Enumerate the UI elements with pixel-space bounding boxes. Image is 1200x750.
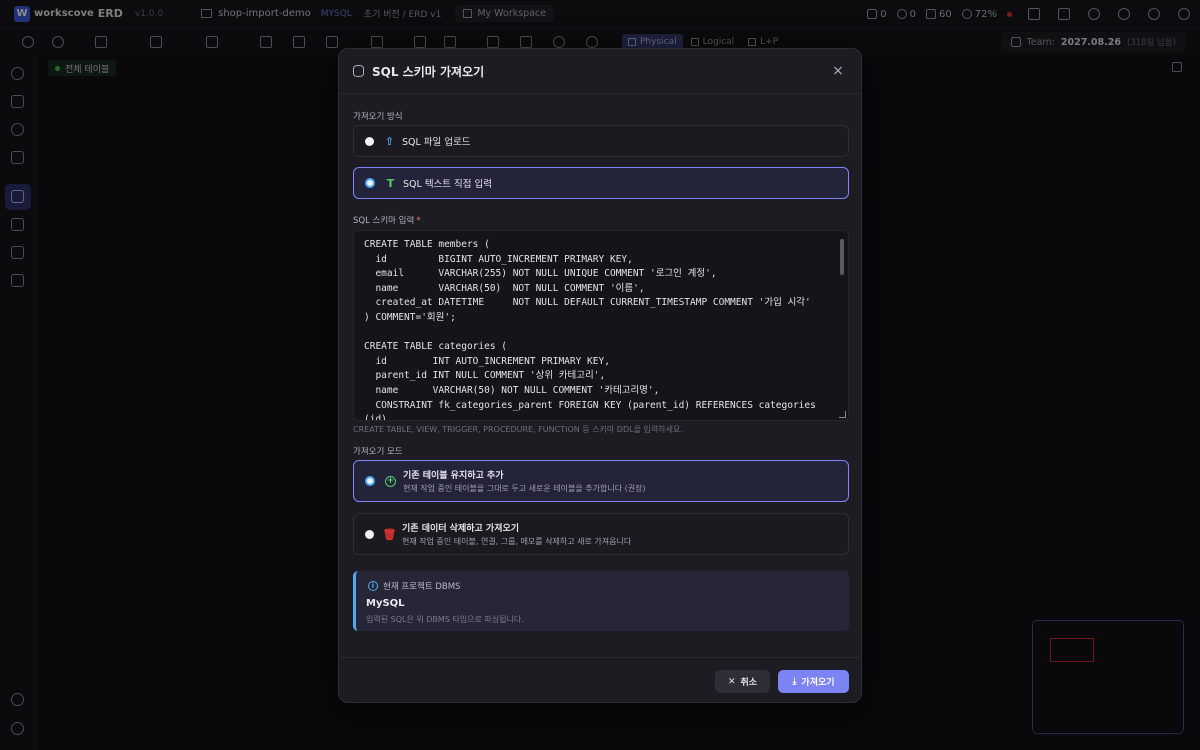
required-mark: *: [416, 216, 421, 226]
x-icon: ✕: [727, 676, 736, 687]
option-file-upload-label: SQL 파일 업로드: [402, 137, 471, 148]
option-keep-tables-label: 기존 테이블 유지하고 추가: [403, 471, 504, 481]
trash-icon: 🗑: [382, 527, 397, 541]
info-note: 입력된 SQL은 위 DBMS 타입으로 파싱됩니다.: [366, 615, 524, 624]
modal-header: SQL 스키마 가져오기 ×: [339, 49, 861, 94]
cancel-button[interactable]: ✕ 취소: [715, 670, 770, 693]
import-mode-label: 가져오기 모드: [353, 447, 403, 457]
import-label: 가져오기: [801, 678, 835, 688]
sql-textarea[interactable]: CREATE TABLE members ( id BIGINT AUTO_IN…: [353, 230, 849, 421]
info-title: 현재 프로젝트 DBMS: [383, 582, 461, 592]
download-icon: ⤓: [792, 676, 797, 687]
option-keep-tables-text: 기존 테이블 유지하고 추가 현재 작업 중인 테이블을 그대로 두고 새로운 …: [403, 468, 646, 494]
sql-text[interactable]: CREATE TABLE members ( id BIGINT AUTO_IN…: [364, 238, 830, 420]
cancel-label: 취소: [740, 678, 758, 688]
option-keep-tables-desc: 현재 작업 중인 테이블을 그대로 두고 새로운 테이블을 추가합니다 (권장): [403, 484, 646, 493]
modal-footer: ✕ 취소 ⤓ 가져오기: [339, 657, 861, 702]
radio-replace-data[interactable]: [365, 529, 374, 539]
option-replace-data-text: 기존 데이터 삭제하고 가져오기 현재 작업 중인 테이블, 연결, 그룹, 메…: [402, 521, 631, 547]
close-button[interactable]: ×: [829, 62, 847, 80]
dbms-info-box: i 현재 프로젝트 DBMS MySQL 입력된 SQL은 위 DBMS 타입으…: [353, 571, 849, 631]
option-text-input[interactable]: T SQL 텍스트 직접 입력: [353, 167, 849, 199]
textarea-scrollbar[interactable]: [840, 239, 844, 275]
import-button[interactable]: ⤓ 가져오기: [778, 670, 849, 693]
upload-icon: ⇧: [384, 134, 395, 148]
text-icon: T: [386, 176, 395, 190]
modal-title: SQL 스키마 가져오기: [372, 64, 485, 79]
radio-file-upload[interactable]: [365, 136, 374, 146]
info-icon: i: [368, 581, 378, 591]
option-replace-data[interactable]: 🗑 기존 데이터 삭제하고 가져오기 현재 작업 중인 테이블, 연결, 그룹,…: [353, 513, 849, 555]
option-replace-data-desc: 현재 작업 중인 테이블, 연결, 그룹, 메모를 삭제하고 새로 가져옵니다: [402, 537, 632, 546]
info-header: i 현재 프로젝트 DBMS: [368, 580, 460, 592]
resize-handle[interactable]: [839, 411, 846, 418]
option-keep-tables[interactable]: + 기존 테이블 유지하고 추가 현재 작업 중인 테이블을 그대로 두고 새로…: [353, 460, 849, 502]
import-method-label: 가져오기 방식: [353, 112, 403, 122]
plus-circle-icon: +: [385, 475, 396, 487]
option-replace-data-label: 기존 데이터 삭제하고 가져오기: [402, 524, 520, 534]
info-dbms-value: MySQL: [366, 598, 405, 609]
option-text-input-label: SQL 텍스트 직접 입력: [403, 179, 493, 190]
sql-input-hint: CREATE TABLE, VIEW, TRIGGER, PROCEDURE, …: [353, 425, 683, 434]
sql-import-modal: SQL 스키마 가져오기 × 가져오기 방식 ⇧ SQL 파일 업로드 T SQ…: [338, 48, 862, 703]
option-file-upload[interactable]: ⇧ SQL 파일 업로드: [353, 125, 849, 157]
database-icon: [353, 65, 364, 77]
radio-keep-tables[interactable]: [365, 476, 375, 486]
radio-text-input[interactable]: [365, 178, 375, 188]
sql-input-label: SQL 스키마 입력 *: [353, 216, 421, 226]
